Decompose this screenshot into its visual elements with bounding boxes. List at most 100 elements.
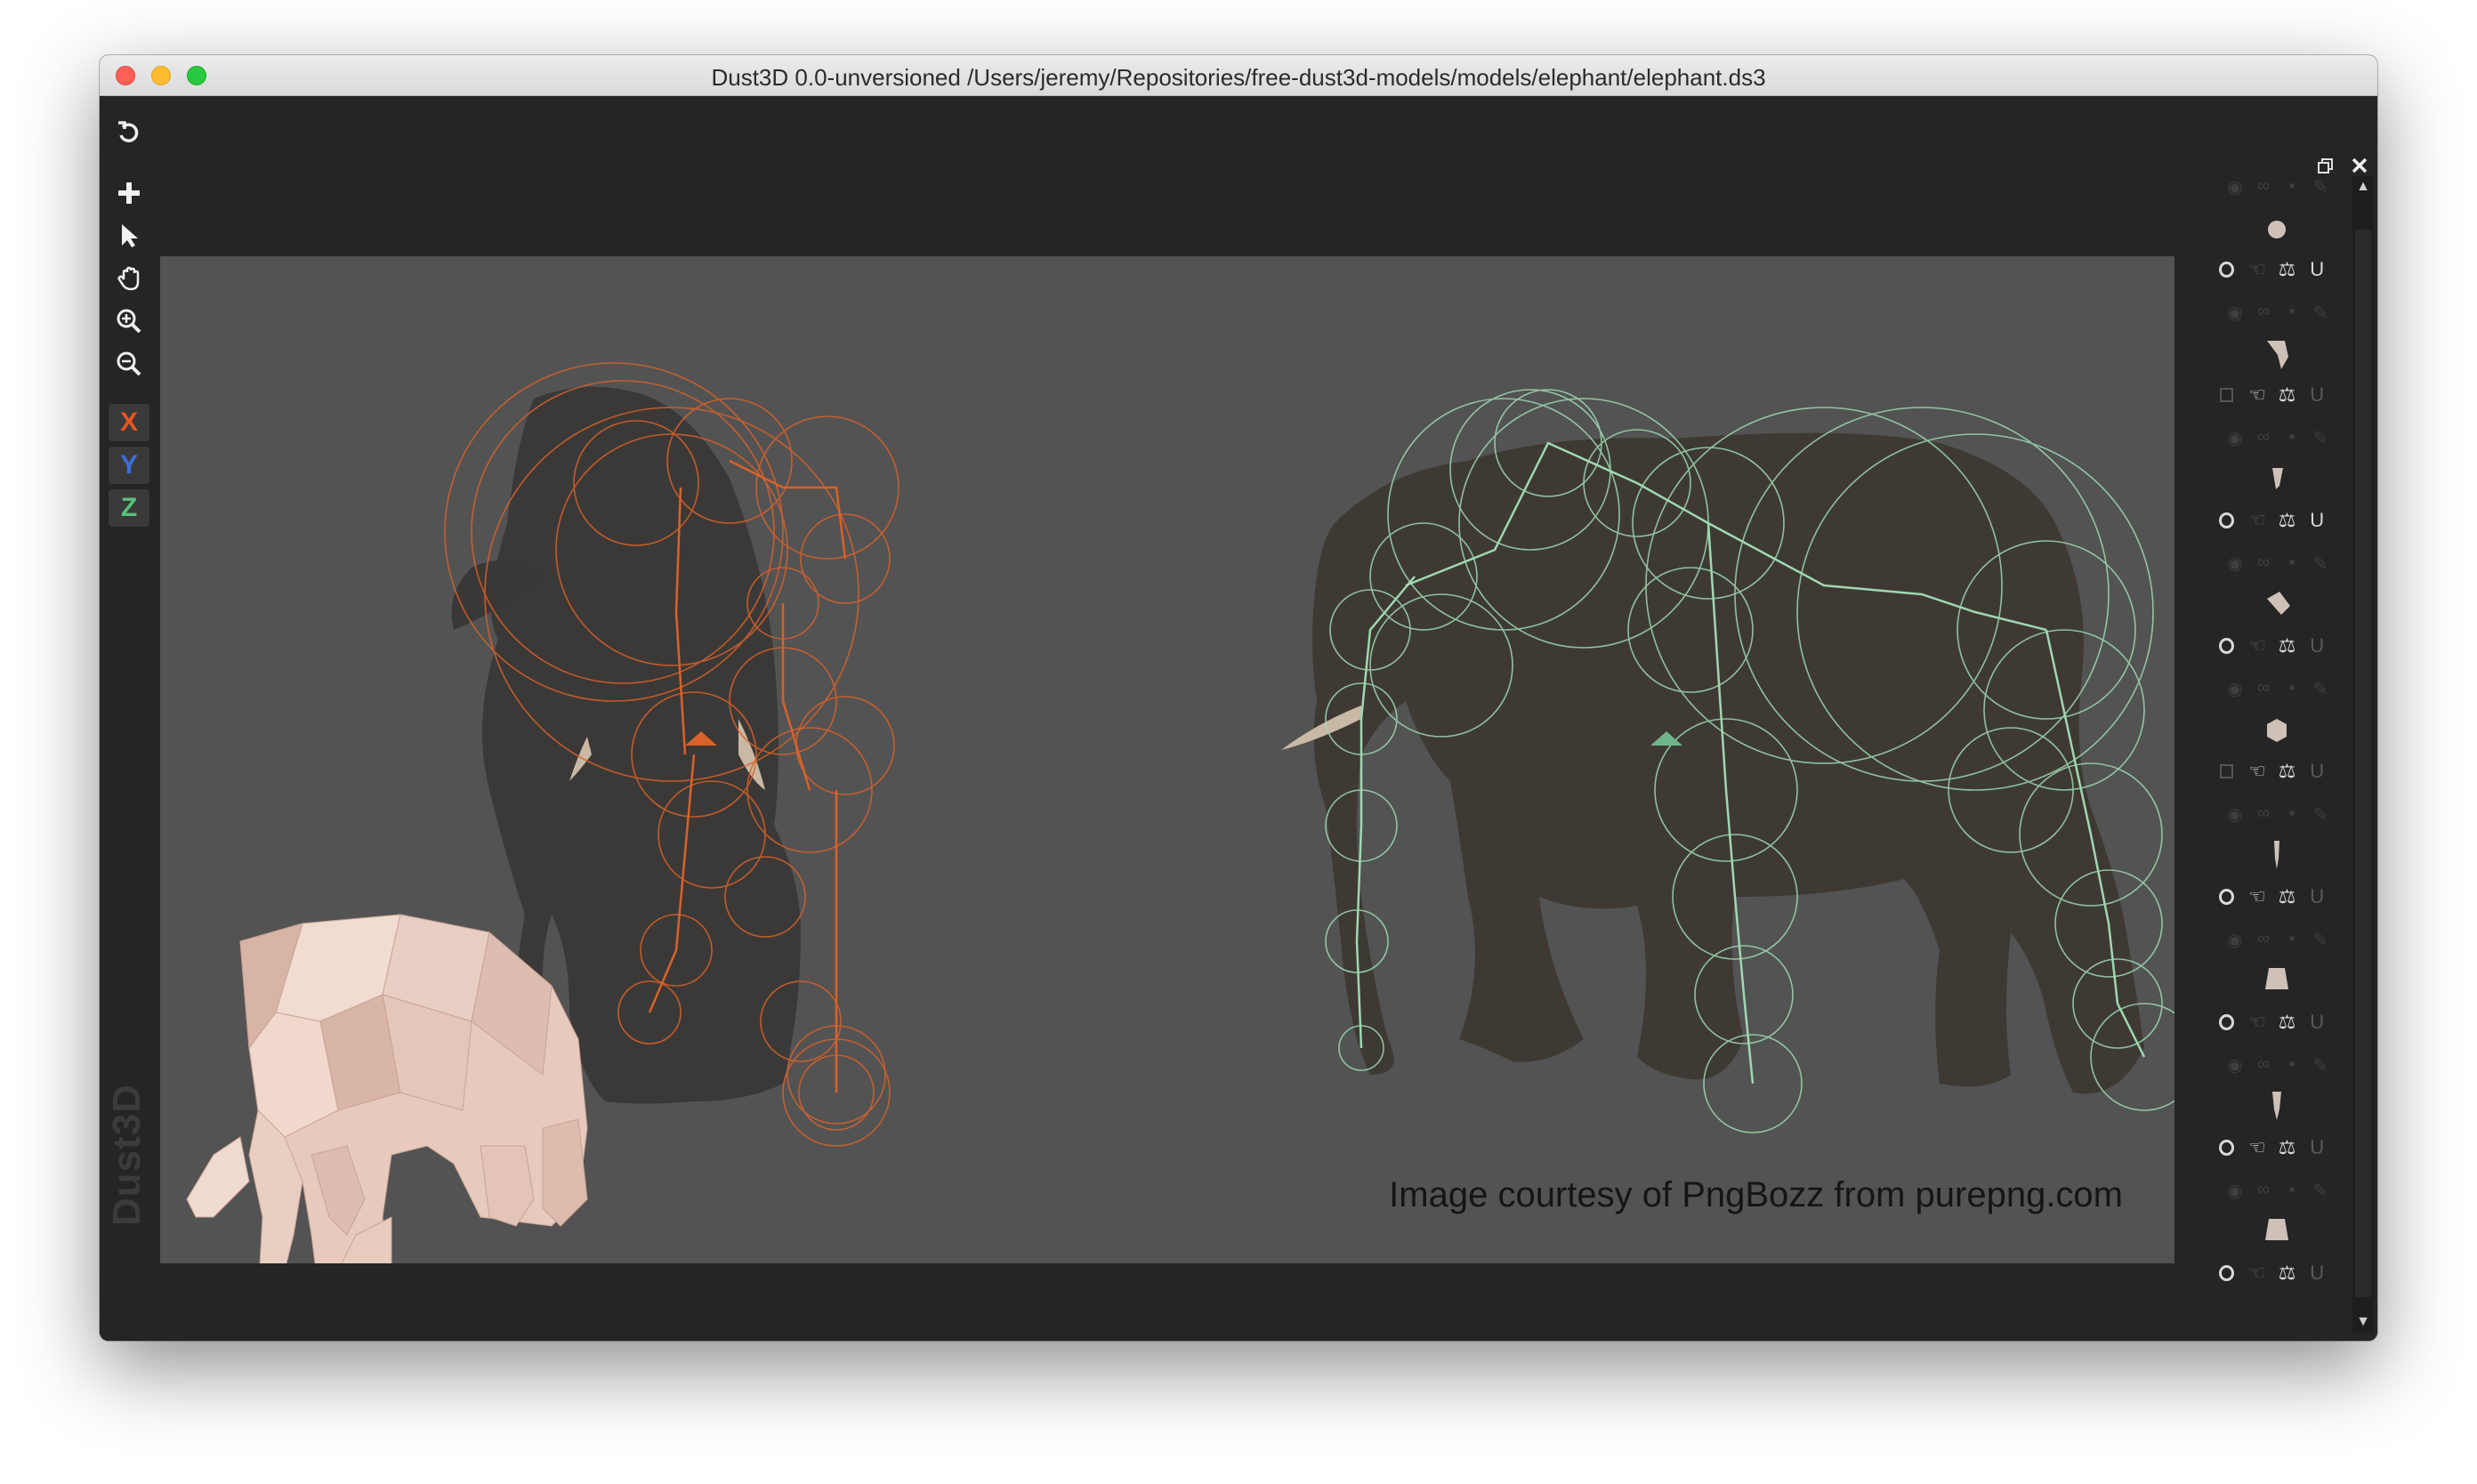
visibility-icon[interactable]: ◉: [2224, 1180, 2246, 1206]
lock-icon[interactable]: ▪: [2281, 176, 2303, 203]
lock-icon[interactable]: ▪: [2281, 1054, 2303, 1081]
lock-icon[interactable]: ▪: [2281, 803, 2303, 830]
magnet-icon[interactable]: U: [2304, 382, 2329, 408]
mirror-icon[interactable]: ☜: [2245, 883, 2270, 910]
scroll-up-arrow[interactable]: ▲: [2352, 176, 2374, 198]
part-select-checkbox[interactable]: [2220, 388, 2234, 402]
link-icon[interactable]: ∞: [2253, 1054, 2274, 1081]
part-thumbnail[interactable]: [2255, 205, 2299, 249]
part-item[interactable]: ◉ ∞ ▪ ✎ ☜ ⚖ U: [2214, 929, 2329, 1062]
balance-icon[interactable]: ⚖: [2275, 1134, 2300, 1161]
link-icon[interactable]: ∞: [2253, 1180, 2274, 1206]
part-thumbnail[interactable]: [2255, 706, 2299, 751]
magnet-icon[interactable]: U: [2304, 1134, 2329, 1161]
paint-icon[interactable]: ✎: [2310, 1054, 2331, 1081]
parts-scrollbar[interactable]: ▲ ▼: [2352, 176, 2374, 1333]
lock-icon[interactable]: ▪: [2281, 1180, 2303, 1206]
magnet-icon[interactable]: U: [2304, 883, 2329, 910]
mirror-icon[interactable]: ☜: [2245, 1009, 2270, 1036]
restore-panel-button[interactable]: [2313, 157, 2338, 178]
magnet-icon[interactable]: U: [2304, 507, 2329, 534]
zoom-out-button[interactable]: [109, 345, 149, 383]
mirror-icon[interactable]: ☜: [2245, 1134, 2270, 1161]
mirror-icon[interactable]: ☜: [2245, 507, 2270, 534]
part-select-checkbox[interactable]: [2220, 764, 2234, 778]
z-axis-lock-button[interactable]: Z: [109, 489, 149, 527]
link-icon[interactable]: ∞: [2253, 176, 2274, 203]
paint-icon[interactable]: ✎: [2310, 427, 2331, 454]
link-icon[interactable]: ∞: [2253, 678, 2274, 705]
mirror-icon[interactable]: ☜: [2245, 758, 2270, 785]
lock-icon[interactable]: ▪: [2281, 929, 2303, 956]
mirror-icon[interactable]: ☜: [2245, 382, 2270, 408]
balance-icon[interactable]: ⚖: [2275, 758, 2300, 785]
part-select-radio[interactable]: [2219, 638, 2235, 654]
visibility-icon[interactable]: ◉: [2224, 302, 2246, 328]
part-thumbnail[interactable]: [2255, 456, 2299, 500]
paint-icon[interactable]: ✎: [2310, 302, 2331, 328]
balance-icon[interactable]: ⚖: [2275, 507, 2300, 534]
balance-icon[interactable]: ⚖: [2275, 382, 2300, 408]
magnet-icon[interactable]: U: [2304, 633, 2329, 659]
visibility-icon[interactable]: ◉: [2224, 803, 2246, 830]
part-select-radio[interactable]: [2219, 1014, 2235, 1030]
part-item[interactable]: ◉ ∞ ▪ ✎ ☜ ⚖ U: [2214, 302, 2329, 435]
undo-button[interactable]: [109, 114, 149, 151]
magnet-icon[interactable]: U: [2304, 758, 2329, 785]
part-select-radio[interactable]: [2219, 262, 2235, 278]
part-select-radio[interactable]: [2219, 1140, 2235, 1156]
visibility-icon[interactable]: ◉: [2224, 552, 2246, 579]
link-icon[interactable]: ∞: [2253, 302, 2274, 328]
part-thumbnail[interactable]: [2255, 1083, 2299, 1127]
balance-icon[interactable]: ⚖: [2275, 1260, 2300, 1286]
x-axis-lock-button[interactable]: X: [109, 404, 149, 441]
link-icon[interactable]: ∞: [2253, 929, 2274, 956]
select-tool-button[interactable]: [109, 217, 149, 254]
part-item[interactable]: ◉ ∞ ▪ ✎ ☜ ⚖ U: [2214, 1180, 2329, 1313]
visibility-icon[interactable]: ◉: [2224, 427, 2246, 454]
mirror-icon[interactable]: ☜: [2245, 633, 2270, 659]
part-select-radio[interactable]: [2219, 889, 2235, 905]
magnet-icon[interactable]: U: [2304, 1260, 2329, 1286]
magnet-icon[interactable]: U: [2304, 1009, 2329, 1036]
visibility-icon[interactable]: ◉: [2224, 1054, 2246, 1081]
part-item[interactable]: ◉ ∞ ▪ ✎ ☜ ⚖ U: [2214, 803, 2329, 937]
paint-icon[interactable]: ✎: [2310, 552, 2331, 579]
paint-icon[interactable]: ✎: [2310, 1180, 2331, 1206]
part-select-radio[interactable]: [2219, 512, 2235, 528]
zoom-in-button[interactable]: [109, 302, 149, 340]
pan-tool-button[interactable]: [109, 260, 149, 297]
part-select-radio[interactable]: [2219, 1265, 2235, 1281]
part-thumbnail[interactable]: [2255, 581, 2299, 625]
lock-icon[interactable]: ▪: [2281, 427, 2303, 454]
part-thumbnail[interactable]: [2255, 832, 2299, 876]
paint-icon[interactable]: ✎: [2310, 678, 2331, 705]
part-item[interactable]: ◉ ∞ ▪ ✎ ☜ ⚖ U: [2214, 427, 2329, 561]
paint-icon[interactable]: ✎: [2310, 929, 2331, 956]
lock-icon[interactable]: ▪: [2281, 552, 2303, 579]
part-thumbnail[interactable]: [2255, 957, 2299, 1002]
visibility-icon[interactable]: ◉: [2224, 678, 2246, 705]
visibility-icon[interactable]: ◉: [2224, 929, 2246, 956]
balance-icon[interactable]: ⚖: [2275, 633, 2300, 659]
y-axis-lock-button[interactable]: Y: [109, 447, 149, 484]
paint-icon[interactable]: ✎: [2310, 176, 2331, 203]
link-icon[interactable]: ∞: [2253, 803, 2274, 830]
balance-icon[interactable]: ⚖: [2275, 883, 2300, 910]
close-panel-button[interactable]: [2347, 157, 2372, 178]
add-node-button[interactable]: [109, 174, 149, 212]
magnet-icon[interactable]: U: [2304, 256, 2329, 283]
lock-icon[interactable]: ▪: [2281, 302, 2303, 328]
part-thumbnail[interactable]: [2255, 330, 2299, 375]
balance-icon[interactable]: ⚖: [2275, 256, 2300, 283]
visibility-icon[interactable]: ◉: [2224, 176, 2246, 203]
part-item[interactable]: ◉ ∞ ▪ ✎ ☜ ⚖ U: [2214, 1054, 2329, 1188]
part-item[interactable]: ◉ ∞ ▪ ✎ ☜ ⚖ U: [2214, 552, 2329, 686]
link-icon[interactable]: ∞: [2253, 427, 2274, 454]
mirror-icon[interactable]: ☜: [2245, 256, 2270, 283]
paint-icon[interactable]: ✎: [2310, 803, 2331, 830]
part-item[interactable]: ◉ ∞ ▪ ✎ ☜ ⚖ U: [2214, 176, 2329, 310]
link-icon[interactable]: ∞: [2253, 552, 2274, 579]
lock-icon[interactable]: ▪: [2281, 678, 2303, 705]
mirror-icon[interactable]: ☜: [2245, 1260, 2270, 1286]
